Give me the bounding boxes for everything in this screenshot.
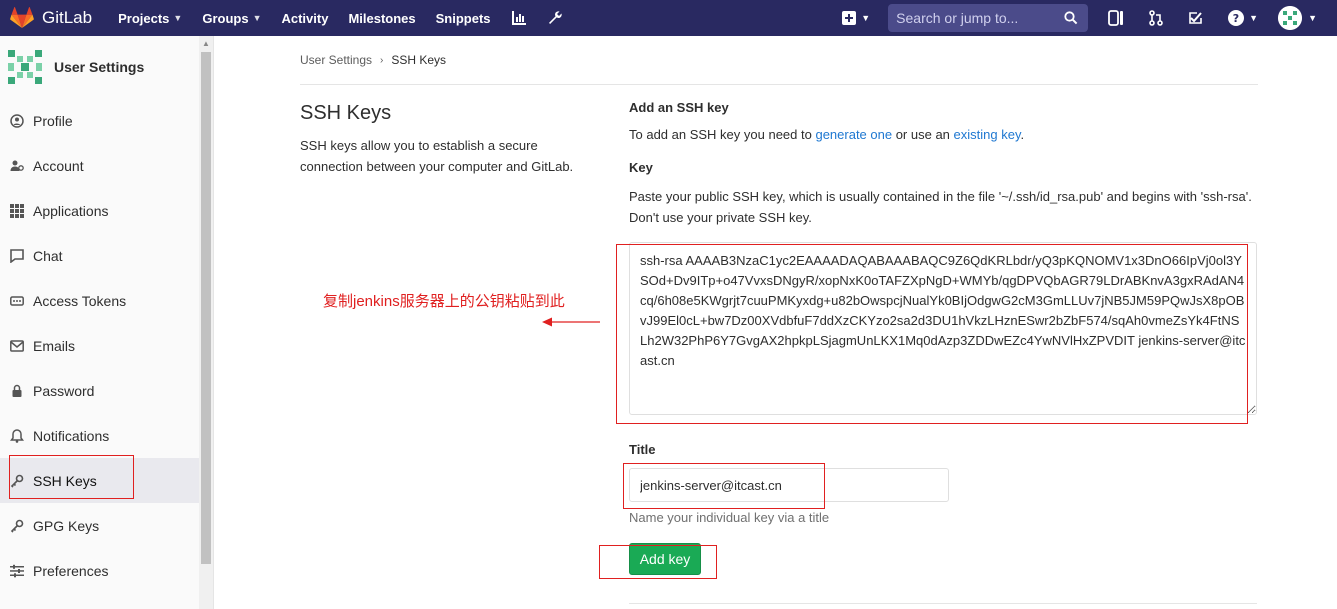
- breadcrumb-current[interactable]: SSH Keys: [391, 53, 446, 67]
- nav-milestones[interactable]: Milestones: [348, 11, 415, 26]
- navbar-right: ▼ ? ▼ ▼: [842, 0, 1337, 36]
- intro-text: .: [1020, 127, 1025, 142]
- merge-request-icon[interactable]: [1148, 10, 1164, 26]
- intro-text: To add an SSH key you need to: [629, 127, 816, 142]
- sidebar-title: User Settings: [54, 59, 145, 75]
- sidebar-item-label: Applications: [33, 202, 109, 219]
- preferences-icon: [10, 564, 24, 577]
- chevron-down-icon: ▼: [173, 13, 183, 23]
- generate-one-link[interactable]: generate one: [815, 127, 892, 142]
- chevron-down-icon: ▼: [252, 13, 262, 23]
- nav-snippets[interactable]: Snippets: [436, 11, 491, 26]
- scrollbar-thumb[interactable]: [201, 52, 211, 564]
- wrench-icon[interactable]: [547, 10, 563, 26]
- sidebar-item-gpg-keys[interactable]: GPG Keys: [0, 503, 213, 548]
- page-description: SSH keys allow you to establish a secure…: [300, 138, 574, 174]
- nav-snippets-label: Snippets: [435, 10, 491, 26]
- lock-icon: [12, 384, 22, 397]
- plus-square-icon: [842, 11, 857, 25]
- title-label: Title: [629, 442, 656, 457]
- sidebar-item-applications[interactable]: Applications: [0, 188, 213, 233]
- issues-icon[interactable]: [1108, 10, 1124, 26]
- title-help-text: Name your individual key via a title: [629, 510, 830, 525]
- chat-icon: [10, 248, 24, 263]
- chart-icon[interactable]: [511, 10, 527, 26]
- sidebar-item-access-tokens[interactable]: Access Tokens: [0, 278, 213, 323]
- intro-section: SSH Keys SSH keys allow you to establish…: [300, 102, 600, 177]
- user-avatar-icon: [8, 50, 42, 84]
- sidebar-item-password[interactable]: Password: [0, 368, 213, 413]
- todo-icon[interactable]: [1188, 10, 1204, 26]
- existing-key-link[interactable]: existing key: [954, 127, 1021, 142]
- gitlab-logo-icon: [10, 7, 34, 28]
- annotation-box-ssh-keys: [9, 455, 134, 499]
- annotation-text: 复制jenkins服务器上的公钥粘贴到此: [323, 293, 565, 310]
- main-nav: Projects ▼ Groups ▼ Activity Milestones Sn…: [118, 10, 582, 26]
- nav-activity-label: Activity: [281, 10, 329, 26]
- access-tokens-icon: [10, 295, 24, 306]
- sidebar-item-label: Password: [33, 382, 95, 399]
- annotation-box-title: [623, 463, 825, 509]
- key-help-text: Paste your public SSH key, which is usua…: [629, 189, 1252, 225]
- applications-icon: [10, 203, 24, 218]
- sidebar-item-label: Access Tokens: [33, 292, 127, 309]
- bell-icon: [10, 428, 24, 443]
- new-dropdown[interactable]: ▼: [842, 11, 870, 25]
- avatar: [1278, 6, 1303, 30]
- sidebar-item-emails[interactable]: Emails: [0, 323, 213, 368]
- sidebar-item-label: Account: [33, 157, 84, 174]
- nav-groups[interactable]: Groups ▼: [202, 11, 261, 26]
- nav-milestones-label: Milestones: [348, 10, 416, 26]
- sidebar-item-notifications[interactable]: Notifications: [0, 413, 213, 458]
- settings-sidebar: User Settings Profile Account Applicatio…: [0, 36, 214, 609]
- sidebar-item-label: Chat: [33, 247, 63, 264]
- form-intro: To add an SSH key you need to generate o…: [629, 127, 1257, 142]
- help-icon: ?: [1228, 10, 1245, 26]
- nav-projects-label: Projects: [118, 10, 170, 26]
- sidebar-item-chat[interactable]: Chat: [0, 233, 213, 278]
- key-icon: [10, 519, 24, 533]
- search-input[interactable]: [896, 10, 1065, 26]
- email-icon: [10, 339, 24, 352]
- svg-text:?: ?: [1233, 12, 1239, 25]
- account-icon: [10, 160, 24, 171]
- chevron-down-icon: ▼: [861, 13, 871, 23]
- sidebar-scrollbar[interactable]: ▲: [199, 36, 213, 609]
- sidebar-item-preferences[interactable]: Preferences: [0, 548, 213, 593]
- search-box[interactable]: [888, 4, 1089, 32]
- help-dropdown[interactable]: ? ▼: [1228, 10, 1258, 26]
- profile-icon: [10, 113, 24, 128]
- annotation-box-add-key: [599, 545, 717, 579]
- user-menu[interactable]: ▼: [1278, 6, 1337, 30]
- sidebar-header[interactable]: User Settings: [0, 36, 213, 98]
- chevron-down-icon: ▼: [1249, 13, 1259, 23]
- breadcrumb: User Settings › SSH Keys: [300, 53, 446, 67]
- sidebar-item-label: GPG Keys: [33, 517, 100, 534]
- intro-text: or use an: [892, 127, 954, 142]
- brand-name: GitLab: [42, 8, 93, 27]
- page-title: SSH Keys: [300, 102, 392, 124]
- nav-groups-label: Groups: [202, 10, 249, 26]
- sidebar-item-profile[interactable]: Profile: [0, 98, 213, 143]
- key-label: Key: [629, 160, 653, 175]
- annotation-box-key: [616, 244, 1248, 424]
- sidebar-item-label: Emails: [33, 337, 76, 354]
- nav-activity[interactable]: Activity: [281, 11, 328, 26]
- chevron-right-icon: ›: [380, 54, 384, 66]
- breadcrumb-root[interactable]: User Settings: [300, 53, 372, 67]
- search-icon: [1064, 11, 1078, 25]
- sidebar-item-label: Profile: [33, 112, 73, 129]
- nav-projects[interactable]: Projects ▼: [118, 11, 182, 26]
- divider: [629, 603, 1257, 604]
- arrow-left-icon: [542, 317, 600, 327]
- form-heading: Add an SSH key: [629, 100, 729, 115]
- chevron-down-icon: ▼: [1308, 13, 1317, 23]
- sidebar-item-label: Preferences: [33, 562, 109, 579]
- divider: [300, 84, 1258, 85]
- chevron-up-icon[interactable]: ▲: [202, 39, 210, 48]
- sidebar-item-label: Notifications: [33, 427, 110, 444]
- brand[interactable]: GitLab: [10, 7, 92, 29]
- top-navbar: GitLab Projects ▼ Groups ▼ Activity Milest…: [0, 0, 1337, 36]
- sidebar-item-account[interactable]: Account: [0, 143, 213, 188]
